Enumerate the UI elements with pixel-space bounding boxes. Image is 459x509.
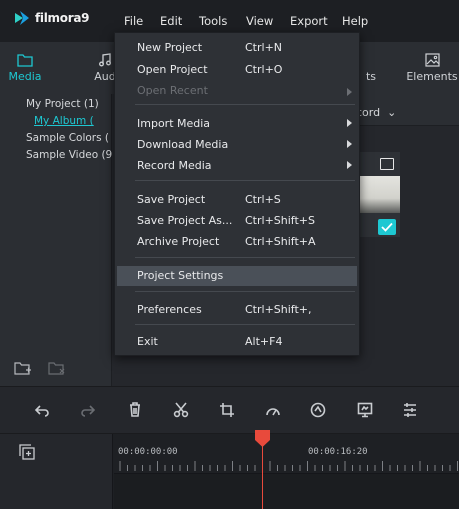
menu-item-record-media[interactable]: Record Media bbox=[137, 159, 212, 172]
timeline-track-header bbox=[0, 434, 113, 509]
menu-item-import-media[interactable]: Import Media bbox=[137, 117, 210, 130]
new-folder-icon[interactable] bbox=[14, 360, 32, 379]
menu-item-save-project-as[interactable]: Save Project As... bbox=[137, 214, 232, 227]
submenu-arrow-icon bbox=[347, 161, 352, 169]
menu-separator bbox=[135, 257, 355, 258]
menu-tools[interactable]: Tools bbox=[199, 14, 227, 28]
tree-sample-video[interactable]: Sample Video (9 bbox=[26, 149, 112, 161]
shortcut-exit: Alt+F4 bbox=[245, 335, 283, 348]
menu-help[interactable]: Help bbox=[342, 14, 368, 28]
tab-media-label: Media bbox=[8, 70, 42, 83]
menu-item-project-settings[interactable]: Project Settings bbox=[137, 269, 223, 282]
time-label-mark: 00:00:16:20 bbox=[308, 447, 368, 457]
tree-my-project[interactable]: My Project (1) bbox=[26, 98, 99, 110]
menu-item-archive-project[interactable]: Archive Project bbox=[137, 235, 219, 248]
shortcut-preferences: Ctrl+Shift+, bbox=[245, 303, 312, 316]
record-dropdown[interactable]: cord ⌄ bbox=[356, 106, 396, 119]
video-track[interactable] bbox=[114, 474, 459, 509]
adjust-icon[interactable] bbox=[401, 401, 419, 419]
menu-view[interactable]: View bbox=[246, 14, 273, 28]
delete-icon[interactable] bbox=[126, 401, 144, 419]
film-icon bbox=[380, 158, 394, 170]
shortcut-open-project: Ctrl+O bbox=[245, 63, 283, 76]
tab-effects[interactable]: ts bbox=[360, 42, 382, 94]
shortcut-save-project-as: Ctrl+Shift+S bbox=[245, 214, 315, 227]
add-track-icon[interactable] bbox=[19, 444, 35, 464]
file-menu-dropdown: New Project Ctrl+N Open Project Ctrl+O O… bbox=[114, 32, 360, 356]
menu-item-preferences[interactable]: Preferences bbox=[137, 303, 202, 316]
color-icon[interactable] bbox=[309, 401, 327, 419]
submenu-arrow-icon bbox=[347, 88, 352, 96]
tree-sample-colors[interactable]: Sample Colors ( bbox=[26, 132, 109, 144]
ruler-ticks bbox=[119, 461, 458, 471]
menu-item-open-recent[interactable]: Open Recent bbox=[137, 84, 208, 97]
redo-icon[interactable] bbox=[79, 401, 97, 419]
menu-export[interactable]: Export bbox=[290, 14, 328, 28]
tab-audio-label: Aud bbox=[94, 70, 116, 83]
tab-effects-label: ts bbox=[365, 70, 377, 83]
folder-icon bbox=[17, 52, 33, 68]
submenu-arrow-icon bbox=[347, 119, 352, 127]
menu-separator bbox=[135, 324, 355, 325]
menu-separator bbox=[135, 180, 355, 181]
menu-item-new-project[interactable]: New Project bbox=[137, 41, 202, 54]
submenu-arrow-icon bbox=[347, 140, 352, 148]
menu-file[interactable]: File bbox=[124, 14, 143, 28]
cut-icon[interactable] bbox=[172, 401, 190, 419]
tab-elements-label: Elements bbox=[406, 70, 458, 83]
time-label-start: 00:00:00:00 bbox=[118, 447, 178, 457]
menu-item-save-project[interactable]: Save Project bbox=[137, 193, 205, 206]
undo-icon[interactable] bbox=[33, 401, 51, 419]
shortcut-archive-project: Ctrl+Shift+A bbox=[245, 235, 316, 248]
playhead-line[interactable] bbox=[262, 440, 263, 509]
playhead-handle[interactable] bbox=[255, 430, 270, 447]
checkmark-icon[interactable] bbox=[378, 219, 396, 235]
crop-icon[interactable] bbox=[218, 401, 236, 419]
menu-separator bbox=[135, 291, 355, 292]
app-logo: filmora9 bbox=[14, 10, 89, 26]
menu-edit[interactable]: Edit bbox=[160, 14, 182, 28]
image-icon bbox=[424, 52, 440, 68]
tab-media[interactable]: Media bbox=[5, 42, 45, 94]
tree-footer bbox=[14, 360, 66, 379]
menu-item-exit[interactable]: Exit bbox=[137, 335, 158, 348]
shortcut-save-project: Ctrl+S bbox=[245, 193, 281, 206]
filmora-logo-icon bbox=[15, 11, 29, 25]
thumbnail-image bbox=[355, 176, 400, 213]
shortcut-new-project: Ctrl+N bbox=[245, 41, 283, 54]
menu-separator bbox=[135, 104, 355, 105]
menu-item-open-project[interactable]: Open Project bbox=[137, 63, 208, 76]
app-name: filmora9 bbox=[35, 11, 90, 25]
speed-icon[interactable] bbox=[264, 401, 282, 419]
delete-folder-icon[interactable] bbox=[48, 360, 66, 379]
tree-my-album[interactable]: My Album ( bbox=[34, 115, 94, 127]
green-screen-icon[interactable] bbox=[356, 401, 374, 419]
menu-item-download-media[interactable]: Download Media bbox=[137, 138, 228, 151]
music-note-icon bbox=[98, 52, 112, 68]
tab-elements[interactable]: Elements bbox=[405, 42, 459, 94]
